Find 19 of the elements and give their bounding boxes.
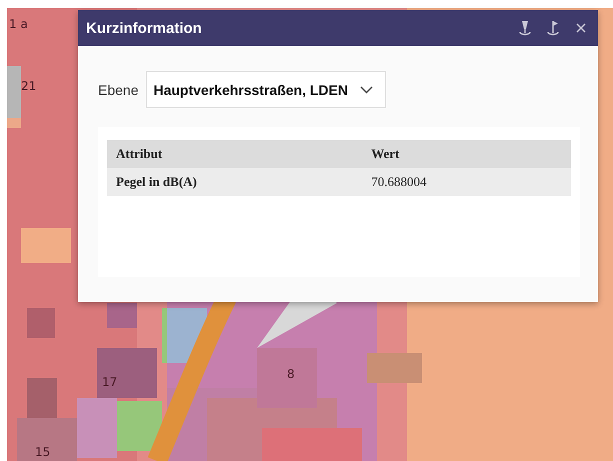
column-header: Attribut	[107, 140, 362, 168]
pin-icon[interactable]	[518, 20, 532, 36]
map-label: 1 a	[9, 17, 28, 31]
map-block	[21, 228, 71, 263]
map-block	[117, 401, 162, 451]
popup-title: Kurzinformation	[86, 20, 203, 36]
table-cell: Pegel in dB(A)	[107, 168, 362, 196]
column-header: Wert	[362, 140, 571, 168]
map-block	[27, 308, 55, 338]
map-label: 8	[287, 367, 295, 381]
chevron-down-icon	[360, 86, 373, 94]
layer-label: Ebene	[98, 82, 138, 98]
map-label: 17	[102, 375, 118, 389]
map-block	[107, 303, 137, 328]
map-label: 15	[35, 445, 50, 459]
map-label: 21	[21, 79, 36, 93]
layer-select[interactable]: Hauptverkehrsstraßen, LDEN	[146, 71, 386, 108]
flag-icon[interactable]	[546, 20, 560, 36]
table-cell: 70.688004	[362, 168, 571, 196]
